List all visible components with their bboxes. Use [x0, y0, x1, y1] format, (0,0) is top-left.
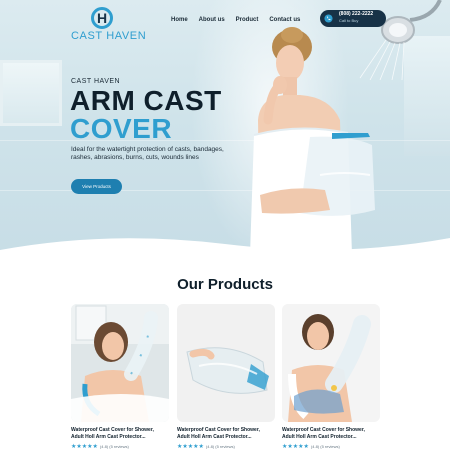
review-count: (4.8) (5 reviews) [310, 443, 340, 449]
nav-about-us[interactable]: About us [199, 16, 225, 24]
star-rating-icons: ★★★★★ [282, 443, 309, 450]
nav-contact-us[interactable]: Contact us [269, 16, 300, 24]
phone-subtext: Call to Buy [339, 18, 359, 23]
review-count: (4.8) (5 reviews) [99, 443, 129, 449]
product-rating: ★★★★★ (4.8) (5 reviews) [71, 443, 169, 450]
hero-wave [0, 238, 450, 262]
star-rating-icons: ★★★★★ [177, 443, 204, 450]
products-heading: Our Products [177, 276, 273, 293]
product-rating: ★★★★★ (4.8) (5 reviews) [177, 443, 275, 450]
product-card[interactable]: Waterproof Cast Cover for Shower, Adult … [177, 304, 275, 450]
logo-text[interactable]: CAST HAVEN [71, 30, 146, 42]
logo-letter: H [97, 10, 108, 26]
phone-number[interactable]: (808) 222-2222 [339, 11, 373, 17]
product-name-line1[interactable]: Waterproof Cast Cover for Shower, [282, 427, 380, 434]
product-name-line1[interactable]: Waterproof Cast Cover for Shower, [71, 427, 169, 434]
product-image[interactable] [177, 304, 275, 422]
nav-home[interactable]: Home [171, 16, 188, 24]
product-name-line2[interactable]: Adult Holl Arm Cast Protector... [177, 434, 275, 441]
view-products-button[interactable]: View Products [71, 179, 122, 194]
logo-icon[interactable]: H [91, 7, 113, 29]
product-card[interactable]: Waterproof Cast Cover for Shower, Adult … [282, 304, 380, 450]
product-name[interactable]: Waterproof Cast Cover for Shower, Adult … [71, 427, 169, 441]
product-image[interactable] [71, 304, 169, 422]
hero-description: Ideal for the watertight protection of c… [71, 146, 224, 161]
nav-product[interactable]: Product [236, 16, 259, 24]
phone-icon [324, 14, 333, 23]
bathroom-window-left [0, 60, 62, 126]
product-name[interactable]: Waterproof Cast Cover for Shower, Adult … [177, 427, 275, 441]
hero-title-line2: COVER [70, 113, 173, 144]
product-name[interactable]: Waterproof Cast Cover for Shower, Adult … [282, 427, 380, 441]
main-nav: Home About us Product Contact us [171, 16, 300, 24]
product-name-line2[interactable]: Adult Holl Arm Cast Protector... [282, 434, 380, 441]
star-rating-icons: ★★★★★ [71, 443, 98, 450]
product-name-line2[interactable]: Adult Holl Arm Cast Protector... [71, 434, 169, 441]
product-rating: ★★★★★ (4.8) (5 reviews) [282, 443, 380, 450]
review-count: (4.8) (5 reviews) [205, 443, 235, 449]
product-card[interactable]: Waterproof Cast Cover for Shower, Adult … [71, 304, 169, 450]
product-name-line1[interactable]: Waterproof Cast Cover for Shower, [177, 427, 275, 434]
hero-title-line1: ARM CAST [70, 85, 222, 116]
product-image[interactable] [282, 304, 380, 422]
